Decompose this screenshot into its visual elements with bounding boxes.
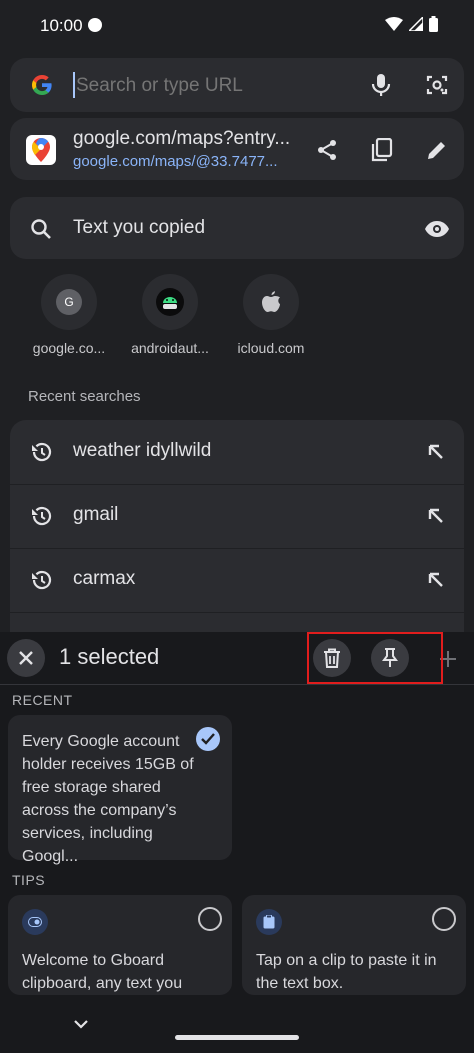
recent-search-text: gmail [73,504,119,525]
history-icon [32,506,52,526]
clipboard-clip-card[interactable]: Every Google account holder receives 15G… [8,715,232,865]
recent-clips-heading: RECENT [12,692,73,708]
home-gesture-handle[interactable] [175,1035,299,1040]
shortcut-label: google.co... [32,340,106,356]
google-maps-icon [26,135,56,165]
selected-check-icon[interactable] [196,727,220,751]
edit-pencil-icon[interactable] [424,137,450,163]
omnibox[interactable] [10,58,464,112]
google-logo-icon [30,73,54,97]
shortcut-icon: G [41,274,97,330]
close-icon [19,651,33,665]
navigation-bar [0,995,474,1053]
battery-icon [429,16,438,32]
shortcut-label: icloud.com [237,340,305,356]
lens-camera-icon[interactable] [424,72,450,98]
notification-icon [88,18,102,32]
status-icons [385,16,438,32]
collapse-keyboard-icon[interactable] [73,1019,89,1029]
fill-query-arrow-icon[interactable] [426,570,446,590]
status-bar: 10:00 [0,0,474,52]
recent-searches-heading: Recent searches [28,388,141,405]
fill-query-arrow-icon[interactable] [426,506,446,526]
recent-searches-list: weather idyllwild gmail carmax [10,420,464,650]
wifi-icon [385,17,403,31]
copied-text-suggestion[interactable]: Text you copied [10,197,464,259]
history-icon [32,442,52,462]
shortcut-label: androidaut... [131,340,209,356]
recent-search-item[interactable]: carmax [10,548,464,613]
copy-icon[interactable] [369,137,395,163]
android-robot-icon [142,274,198,330]
current-page-title: google.com/maps?entry... [73,128,291,149]
tips-heading: TIPS [12,872,46,888]
tip-select-radio[interactable] [432,907,456,931]
recent-search-item[interactable]: gmail [10,484,464,549]
recent-search-text: carmax [73,568,136,589]
highlight-box [307,632,443,684]
signal-icon [409,17,423,31]
recent-search-item[interactable]: weather idyllwild [10,420,464,485]
tip-select-radio[interactable] [198,907,222,931]
shortcut-tile[interactable]: G google.co... [19,274,119,356]
shortcut-tile[interactable]: icloud.com [221,274,321,356]
eye-icon[interactable] [424,216,450,242]
history-icon [32,570,52,590]
clip-text: Every Google account holder receives 15G… [22,733,194,865]
copied-text-label: Text you copied [73,217,206,238]
search-input[interactable] [74,68,348,104]
share-icon[interactable] [314,137,340,163]
status-time: 10:00 [40,16,83,35]
toggle-icon [22,909,48,935]
tip-text: Welcome to Gboard clipboard, any text yo… [22,952,183,992]
favicon-letter: G [56,289,82,315]
current-page-suggestion[interactable]: google.com/maps?entry... google.com/maps… [10,118,464,180]
recent-search-text: weather idyllwild [73,440,212,461]
search-icon [28,216,54,242]
apple-logo-icon [243,274,299,330]
selection-count: 1 selected [59,644,160,669]
shortcut-tile[interactable]: androidaut... [120,274,220,356]
tip-text: Tap on a clip to paste it in the text bo… [256,952,437,992]
fill-query-arrow-icon[interactable] [426,442,446,462]
close-selection-button[interactable] [7,639,45,677]
microphone-icon[interactable] [368,72,394,98]
tip-card[interactable]: Welcome to Gboard clipboard, any text yo… [8,895,232,995]
clipboard-icon [256,909,282,935]
current-page-url: google.com/maps/@33.7477... [73,153,278,170]
tip-card[interactable]: Tap on a clip to paste it in the text bo… [242,895,466,995]
